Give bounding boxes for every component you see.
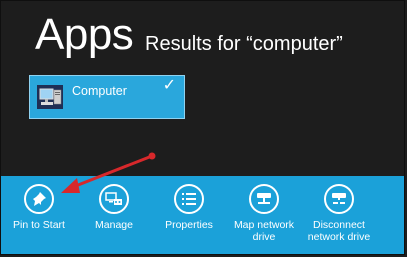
map-network-drive-button[interactable]: Map network drive (226, 184, 302, 243)
manage-computer-icon (99, 184, 129, 214)
page-title: Apps (35, 10, 134, 59)
checkmark-icon: ✓ (162, 77, 176, 94)
start-screen: Apps Results for “computer” Computer ✓ P… (0, 0, 405, 255)
properties-button[interactable]: Properties (151, 184, 227, 231)
disconnect-network-drive-button[interactable]: Disconnect network drive (301, 184, 377, 243)
app-bar: Pin to Start Manage Properties Map netwo… (1, 176, 404, 254)
search-results-subtitle: Results for “computer” (145, 33, 343, 55)
map-network-drive-label: Map network drive (233, 219, 295, 243)
result-tile-label: Computer (72, 84, 127, 98)
properties-label: Properties (165, 219, 213, 231)
computer-icon (35, 82, 65, 112)
pin-to-start-label: Pin to Start (13, 219, 65, 231)
pin-to-start-button[interactable]: Pin to Start (1, 184, 77, 231)
manage-button[interactable]: Manage (76, 184, 152, 231)
manage-label: Manage (95, 219, 133, 231)
disconnect-network-drive-icon (324, 184, 354, 214)
properties-list-icon (174, 184, 204, 214)
network-drive-icon (249, 184, 279, 214)
pin-icon (24, 184, 54, 214)
disconnect-network-drive-label: Disconnect network drive (307, 219, 371, 243)
result-tile-computer[interactable]: Computer ✓ (29, 75, 185, 119)
